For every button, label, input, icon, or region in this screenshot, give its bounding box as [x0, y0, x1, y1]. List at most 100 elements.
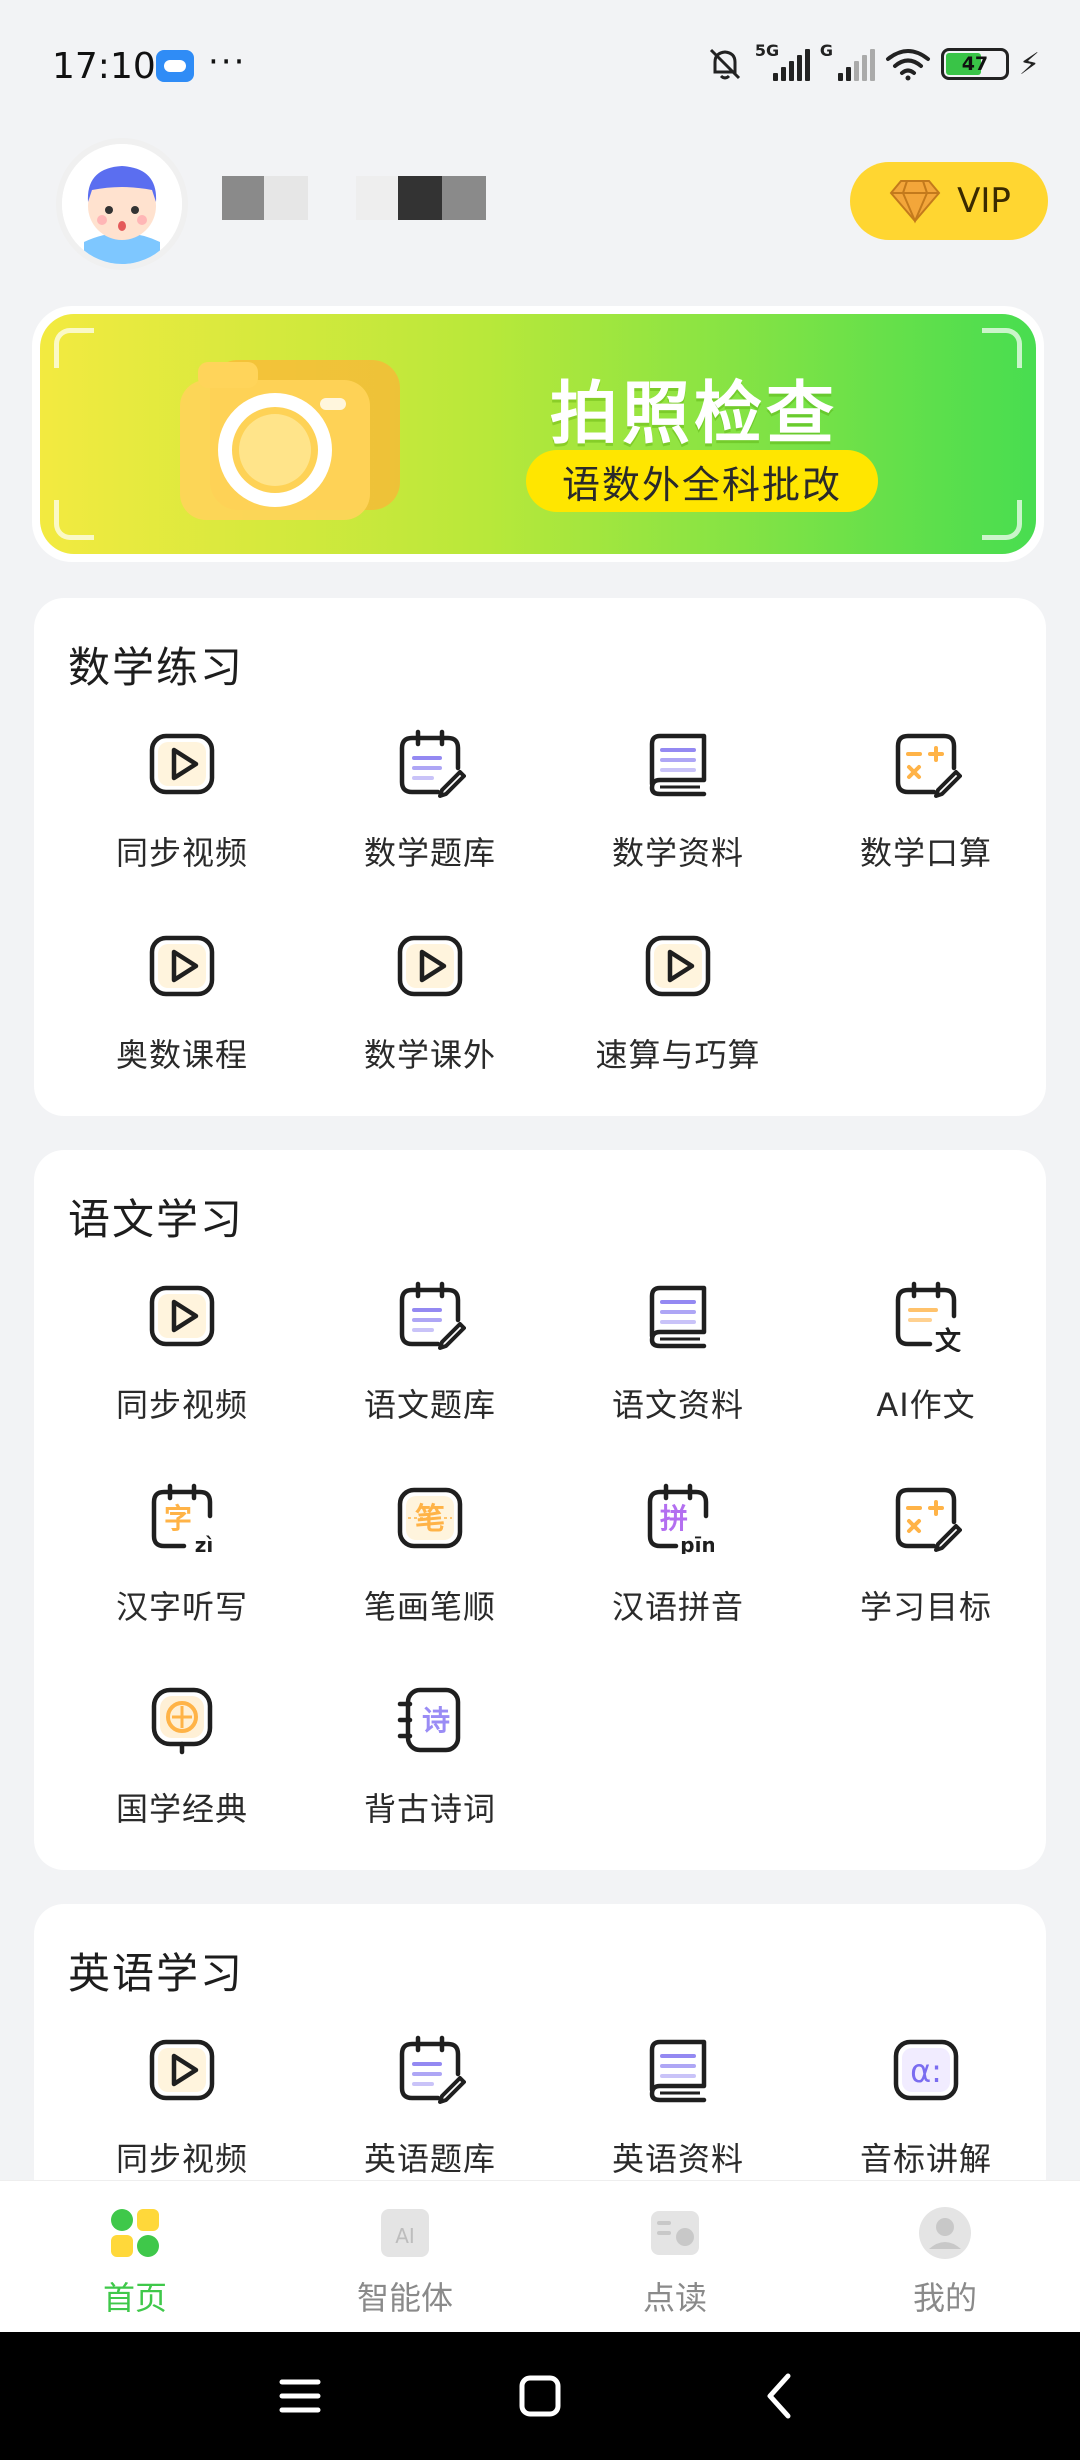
tab-home[interactable]: 首页: [0, 2181, 270, 2333]
section-title: 语文学习: [68, 1195, 245, 1244]
feature-item[interactable]: 语文资料: [554, 1280, 802, 1460]
feature-item[interactable]: 诗背古诗词: [306, 1684, 554, 1864]
feature-item[interactable]: 学习目标: [802, 1482, 1050, 1662]
feature-item[interactable]: 速算与巧算: [554, 930, 802, 1110]
feature-label: 同步视频: [115, 1386, 248, 1424]
username-blurred-2: [356, 176, 486, 220]
banner-subtitle: 语数外全科批改: [526, 450, 878, 512]
feature-item[interactable]: 同步视频: [58, 728, 306, 908]
alpha-icon: α:: [890, 2034, 962, 2106]
photo-check-banner[interactable]: 拍照检查 语数外全科批改: [32, 306, 1044, 562]
feature-label: 国学经典: [115, 1790, 248, 1828]
feature-label: 语文题库: [363, 1386, 496, 1424]
poem-icon: 诗: [394, 1684, 466, 1756]
more-notifications-icon: ···: [208, 42, 247, 82]
wifi-icon: [885, 49, 930, 81]
system-navigation-bar: [0, 2332, 1080, 2460]
notepad-pen-icon: [394, 2034, 466, 2106]
bi-icon: 笔: [394, 1482, 466, 1554]
lantern-icon: [146, 1684, 218, 1756]
charging-icon: ⚡: [1018, 46, 1040, 82]
feature-label: AI作文: [876, 1386, 976, 1424]
book-icon: [642, 728, 714, 800]
feature-item[interactable]: 数学题库: [306, 728, 554, 908]
boy-avatar-icon: [62, 144, 182, 264]
feature-label: 笔画笔顺: [363, 1588, 496, 1626]
play-icon: [394, 930, 466, 1002]
feature-label: 同步视频: [115, 834, 248, 872]
tab-mine[interactable]: 我的: [810, 2181, 1080, 2333]
play-icon: [642, 930, 714, 1002]
vip-label: VIP: [957, 181, 1011, 221]
battery-icon: 47: [940, 48, 1009, 80]
svg-text:文: 文: [935, 1326, 962, 1352]
section-title: 英语学习: [68, 1949, 245, 1998]
feature-label: 音标讲解: [859, 2140, 992, 2178]
section-chinese: 语文学习 同步视频 语文题库 语文资料 文 AI作文字 zì 汉字听写 笔笔画笔顺 拼 pīn 汉语…: [34, 1150, 1046, 1870]
feature-label: 语文资料: [611, 1386, 744, 1424]
play-icon: [146, 2034, 218, 2106]
svg-text:pīn: pīn: [680, 1533, 714, 1554]
svg-text:诗: 诗: [422, 1704, 450, 1737]
svg-text:笔: 笔: [415, 1502, 445, 1537]
svg-text:AI: AI: [395, 2224, 415, 2248]
feature-item[interactable]: 语文题库: [306, 1280, 554, 1460]
app-home-screen: 17:10 ··· 5G G 47 ⚡ VIP 拍照检查 语数外全科批改 数学练…: [0, 0, 1080, 2460]
svg-text:zì: zì: [195, 1533, 214, 1554]
point-read-icon: [651, 2211, 699, 2255]
status-icons: 5G G 47 ⚡: [705, 41, 1040, 84]
feature-item[interactable]: 数学课外: [306, 930, 554, 1110]
feature-item[interactable]: 字 zì 汉字听写: [58, 1482, 306, 1662]
feature-item[interactable]: 数学资料: [554, 728, 802, 908]
diamond-icon: [889, 180, 941, 224]
feature-label: 汉语拼音: [611, 1588, 744, 1626]
zi-icon: 字 zì: [146, 1482, 218, 1557]
home-square-icon[interactable]: [510, 2366, 570, 2426]
feature-label: 数学口算: [859, 834, 992, 872]
feature-item[interactable]: 奥数课程: [58, 930, 306, 1110]
feature-item[interactable]: 同步视频: [58, 1280, 306, 1460]
banner-title: 拍照检查: [550, 375, 839, 454]
feature-item[interactable]: 国学经典: [58, 1684, 306, 1864]
feature-label: 数学课外: [363, 1036, 496, 1074]
ai-agent-icon: AI: [381, 2209, 429, 2257]
play-icon: [146, 728, 218, 800]
back-icon[interactable]: [750, 2366, 810, 2426]
menu-icon[interactable]: [270, 2366, 330, 2426]
book-icon: [642, 2034, 714, 2106]
notepad-wen-icon: 文: [890, 1280, 962, 1357]
status-time: 17:10: [52, 46, 156, 87]
feature-item[interactable]: 笔笔画笔顺: [306, 1482, 554, 1662]
feature-label: 奥数课程: [115, 1036, 248, 1074]
bell-muted-icon: [709, 48, 740, 80]
feature-label: 数学题库: [363, 834, 496, 872]
feature-label: 背古诗词: [363, 1790, 496, 1828]
calc-pen-icon: [890, 728, 962, 800]
cloud-icon: [156, 50, 194, 82]
tab-label: 我的: [912, 2279, 977, 2317]
pinyin-icon: 拼 pīn: [642, 1482, 716, 1557]
section-title: 数学练习: [68, 643, 245, 692]
book-icon: [642, 1280, 714, 1352]
status-bar: 17:10 ··· 5G G 47 ⚡: [0, 0, 1080, 136]
username-blurred: [222, 176, 308, 220]
bottom-tab-bar: 首页 AI 智能体 点读 我的: [0, 2180, 1080, 2332]
vip-button[interactable]: VIP: [850, 162, 1048, 240]
tab-read[interactable]: 点读: [540, 2181, 810, 2333]
feature-label: 汉字听写: [115, 1588, 248, 1626]
feature-item[interactable]: 数学口算: [802, 728, 1050, 908]
feature-item[interactable]: 拼 pīn 汉语拼音: [554, 1482, 802, 1662]
play-icon: [146, 1280, 218, 1352]
notepad-pen-icon: [394, 728, 466, 800]
feature-item[interactable]: 文 AI作文: [802, 1280, 1050, 1460]
svg-text:字: 字: [164, 1502, 192, 1535]
user-profile-icon: [919, 2207, 971, 2259]
feature-label: 数学资料: [611, 834, 744, 872]
feature-label: 英语题库: [363, 2140, 496, 2178]
section-math: 数学练习 同步视频 数学题库 数学资料 数学口算奥数课程 数学课外 速算与巧算: [34, 598, 1046, 1116]
tab-agent[interactable]: AI 智能体: [270, 2181, 540, 2333]
svg-text:α:: α:: [910, 2052, 942, 2090]
svg-text:拼: 拼: [660, 1502, 688, 1535]
avatar[interactable]: [56, 138, 188, 270]
feature-label: 同步视频: [115, 2140, 248, 2178]
